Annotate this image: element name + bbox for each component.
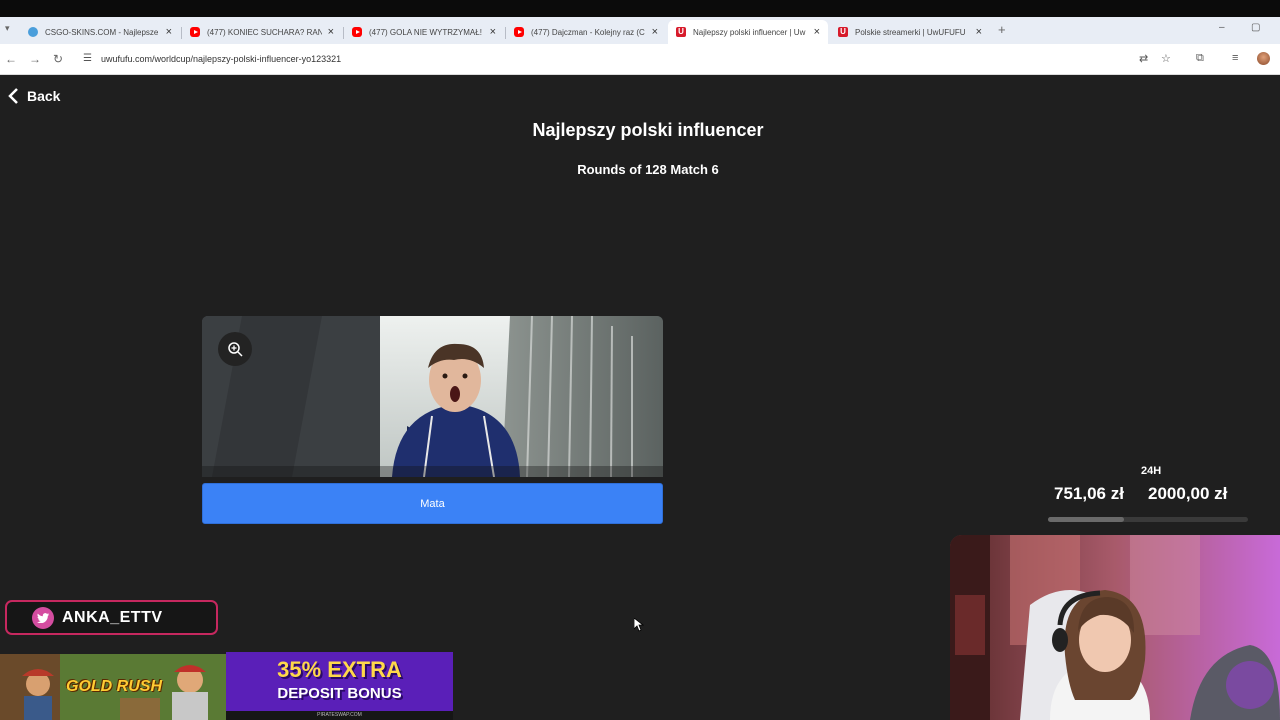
round-info: Rounds of 128 Match 6: [577, 162, 719, 177]
browser-tab[interactable]: (477) Dajczman - Kolejny raz (C ×: [506, 20, 666, 44]
zoom-button[interactable]: [218, 332, 252, 366]
back-button[interactable]: Back: [8, 88, 60, 104]
tab-close-icon[interactable]: ×: [166, 26, 172, 38]
profile-avatar[interactable]: [1257, 52, 1270, 65]
tab-close-icon[interactable]: ×: [814, 26, 820, 38]
browser-tab[interactable]: (477) KONIEC SUCHARA? RAND ×: [182, 20, 342, 44]
browser-tab[interactable]: U Polskie streamerki | UwUFUFU ×: [830, 20, 990, 44]
tab-title: Polskie streamerki | UwUFUFU: [855, 27, 966, 37]
mouse-cursor-icon: [634, 618, 644, 632]
ad-left-text: GOLD RUSH: [66, 678, 162, 695]
youtube-icon: [190, 27, 200, 37]
tab-close-icon[interactable]: ×: [652, 26, 658, 38]
browser-tab-active[interactable]: U Najlepszy polski influencer | Uw ×: [668, 20, 828, 44]
youtube-icon: [514, 27, 524, 37]
url-field[interactable]: uwufufu.com/worldcup/najlepszy-polski-in…: [101, 54, 341, 64]
donation-period: 24H: [1141, 465, 1162, 477]
tab-close-icon[interactable]: ×: [976, 26, 982, 38]
tab-search-chevron-icon[interactable]: ▾: [5, 23, 10, 34]
browser-tab[interactable]: CSGO-SKINS.COM - Najlepsze ×: [20, 20, 180, 44]
media-controls-icon[interactable]: ≡: [1232, 52, 1238, 64]
forward-arrow-icon[interactable]: →: [29, 52, 41, 66]
tab-title: CSGO-SKINS.COM - Najlepsze: [45, 27, 159, 37]
candidate-photo: [202, 316, 663, 477]
streamer-handle: ANKA_ETTV: [62, 608, 163, 626]
browser-tab-strip: ▾ CSGO-SKINS.COM - Najlepsze × (477) KON…: [0, 17, 1280, 44]
ad-subheadline: DEPOSIT BONUS: [277, 685, 402, 702]
bookmark-star-icon[interactable]: ☆: [1161, 52, 1171, 65]
streamer-handle-badge: ANKA_ETTV: [5, 600, 218, 635]
donation-progress-fill: [1048, 517, 1124, 522]
ad-headline: 35% EXTRA: [277, 657, 402, 682]
browser-tab[interactable]: (477) GOLA NIE WYTRZYMAŁ! ×: [344, 20, 504, 44]
extensions-icon[interactable]: ⧉: [1196, 52, 1204, 65]
reload-icon[interactable]: ↻: [53, 52, 63, 66]
minimize-icon[interactable]: –: [1219, 22, 1225, 33]
chevron-left-icon: [8, 88, 18, 104]
youtube-icon: [352, 27, 362, 37]
deposit-bonus-ad-banner: 35% EXTRA DEPOSIT BONUS PIRATESWAP.COM: [226, 652, 453, 720]
back-label: Back: [27, 88, 61, 104]
tab-close-icon[interactable]: ×: [328, 26, 334, 38]
address-bar: ← → ↻ ☰ uwufufu.com/worldcup/najlepszy-p…: [0, 44, 1280, 75]
ad-footer: PIRATESWAP.COM: [226, 711, 453, 720]
tab-title: (477) GOLA NIE WYTRZYMAŁ!: [369, 27, 482, 37]
page-content: Back Najlepszy polski influencer Rounds …: [0, 76, 1280, 720]
tab-title: (477) Dajczman - Kolejny raz (C: [531, 27, 645, 37]
zoom-in-icon: [228, 342, 243, 357]
donation-progress-track: [1048, 517, 1248, 522]
choice-button[interactable]: Mata: [202, 483, 663, 524]
maximize-icon[interactable]: ▢: [1251, 22, 1260, 33]
twitter-icon: [32, 606, 54, 629]
webcam-image: [950, 535, 1280, 720]
uwufufu-favicon-icon: U: [838, 27, 848, 37]
uwufufu-favicon-icon: U: [676, 27, 686, 37]
screen-top-strip: [0, 0, 1280, 17]
tab-close-icon[interactable]: ×: [490, 26, 496, 38]
candidate-image[interactable]: [202, 316, 663, 477]
streamer-webcam: [950, 535, 1280, 720]
back-arrow-icon[interactable]: ←: [5, 52, 17, 66]
tab-title: Najlepszy polski influencer | Uw: [693, 27, 806, 37]
page-title: Najlepszy polski influencer: [532, 120, 764, 140]
donation-current: 751,06 zł: [1054, 484, 1124, 503]
donation-goal: 2000,00 zł: [1148, 484, 1228, 503]
new-tab-plus-icon[interactable]: +: [998, 22, 1006, 37]
csgo-favicon-icon: [28, 27, 38, 37]
gold-rush-ad-banner: GOLD RUSH: [0, 654, 226, 720]
translate-icon[interactable]: ⇄: [1139, 52, 1148, 65]
site-info-icon[interactable]: ☰: [83, 53, 92, 64]
tab-title: (477) KONIEC SUCHARA? RAND: [207, 27, 322, 37]
